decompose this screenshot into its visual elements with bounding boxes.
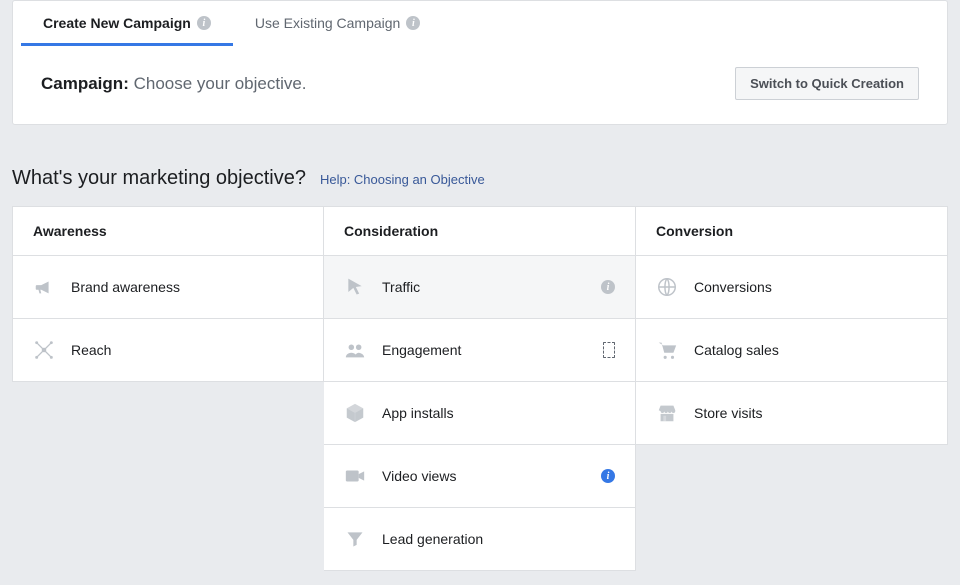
cart-icon [656, 339, 678, 361]
tab-use-existing-campaign[interactable]: Use Existing Campaign [233, 1, 443, 46]
objective-label: Lead generation [382, 531, 615, 547]
column-awareness: Brand awareness Reach [12, 256, 324, 571]
info-icon[interactable] [601, 469, 615, 483]
objective-conversions[interactable]: Conversions [636, 256, 948, 319]
campaign-setup-card: Create New Campaign Use Existing Campaig… [12, 0, 948, 125]
megaphone-icon [33, 276, 55, 298]
column-header-consideration: Consideration [324, 206, 636, 256]
people-icon [344, 339, 366, 361]
objective-grid: Awareness Consideration Conversion Brand… [12, 206, 948, 571]
objective-label: Brand awareness [71, 279, 303, 295]
tab-label: Use Existing Campaign [255, 15, 401, 31]
campaign-header-row: Campaign: Choose your objective. Switch … [13, 47, 947, 124]
objective-label: Store visits [694, 405, 927, 421]
objective-catalog-sales[interactable]: Catalog sales [636, 319, 948, 382]
globe-icon [656, 276, 678, 298]
objective-traffic[interactable]: Traffic [324, 256, 636, 319]
objective-app-installs[interactable]: App installs [324, 382, 636, 445]
objective-heading: What's your marketing objective? [12, 167, 306, 190]
store-icon [656, 402, 678, 424]
video-icon [344, 465, 366, 487]
campaign-tabs: Create New Campaign Use Existing Campaig… [13, 1, 947, 47]
objective-lead-generation[interactable]: Lead generation [324, 508, 636, 571]
objective-label: Catalog sales [694, 342, 927, 358]
column-conversion: Conversions Catalog sales Store visits [636, 256, 948, 571]
objective-label: Engagement [382, 342, 587, 358]
cube-icon [344, 402, 366, 424]
objective-label: Conversions [694, 279, 927, 295]
campaign-label: Campaign [41, 74, 123, 93]
objective-reach[interactable]: Reach [12, 319, 324, 382]
column-header-awareness: Awareness [12, 206, 324, 256]
campaign-subtitle: Choose your objective. [134, 74, 307, 93]
spread-icon [33, 339, 55, 361]
tab-create-new-campaign[interactable]: Create New Campaign [21, 1, 233, 46]
dashed-box-icon [603, 342, 615, 358]
objective-label: Video views [382, 468, 585, 484]
objective-engagement[interactable]: Engagement [324, 319, 636, 382]
tab-label: Create New Campaign [43, 15, 191, 31]
objective-label: App installs [382, 405, 615, 421]
objective-video-views[interactable]: Video views [324, 445, 636, 508]
column-header-conversion: Conversion [636, 206, 948, 256]
help-link[interactable]: Help: Choosing an Objective [320, 172, 485, 187]
info-icon[interactable] [406, 16, 420, 30]
switch-quick-creation-button[interactable]: Switch to Quick Creation [735, 67, 919, 100]
funnel-icon [344, 528, 366, 550]
objective-brand-awareness[interactable]: Brand awareness [12, 256, 324, 319]
info-icon[interactable] [601, 280, 615, 294]
objective-label: Traffic [382, 279, 585, 295]
campaign-lead: Campaign: Choose your objective. [41, 74, 307, 94]
objective-label: Reach [71, 342, 303, 358]
objective-store-visits[interactable]: Store visits [636, 382, 948, 445]
info-icon[interactable] [197, 16, 211, 30]
column-consideration: Traffic Engagement App installs Video views… [324, 256, 636, 571]
objective-heading-row: What's your marketing objective? Help: C… [0, 125, 960, 206]
cursor-icon [344, 276, 366, 298]
